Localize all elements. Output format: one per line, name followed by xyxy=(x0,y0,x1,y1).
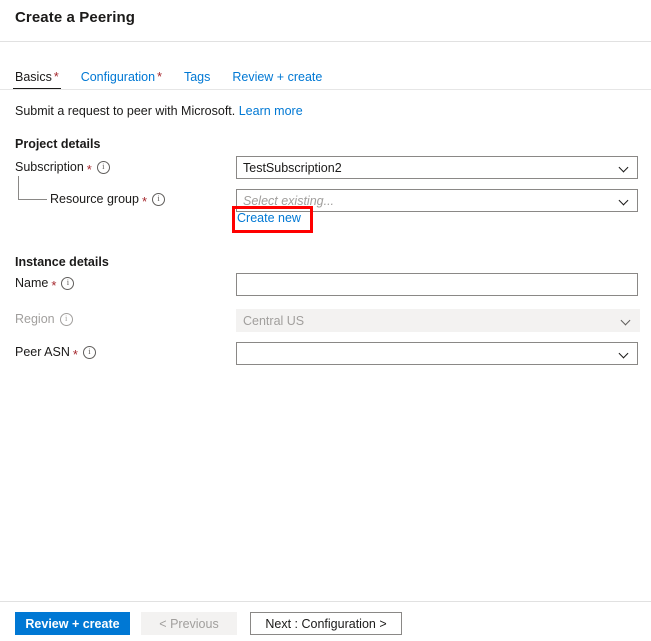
info-icon[interactable] xyxy=(152,192,166,206)
footer-divider xyxy=(0,601,651,602)
tab-basics-required-marker: * xyxy=(53,70,59,84)
region-dropdown: Central US xyxy=(236,309,640,332)
resource-group-dropdown[interactable]: Select existing... xyxy=(236,189,638,212)
subscription-value: TestSubscription2 xyxy=(243,160,342,175)
resource-group-required-marker: * xyxy=(141,193,148,209)
tab-configuration[interactable]: Configuration * xyxy=(81,70,162,90)
tab-basics[interactable]: Basics * xyxy=(13,70,61,90)
tab-tags[interactable]: Tags xyxy=(184,70,210,90)
name-required-marker: * xyxy=(51,277,57,293)
region-value: Central US xyxy=(243,313,305,328)
subscription-dropdown[interactable]: TestSubscription2 xyxy=(236,156,638,179)
tab-tags-label: Tags xyxy=(183,70,211,84)
info-icon[interactable] xyxy=(61,276,75,290)
tab-review-create-label: Review + create xyxy=(232,70,323,84)
tab-configuration-required-marker: * xyxy=(157,70,162,84)
subscription-required-marker: * xyxy=(86,161,92,177)
label-region: Region xyxy=(15,312,73,326)
section-heading-project-details: Project details xyxy=(15,137,101,151)
label-name: Name * xyxy=(15,276,75,293)
chevron-down-icon xyxy=(619,195,631,207)
subtitle: Submit a request to peer with Microsoft.… xyxy=(15,104,303,118)
label-name-text: Name xyxy=(15,276,49,290)
peer-asn-required-marker: * xyxy=(72,346,78,362)
page-title: Create a Peering xyxy=(15,9,135,26)
create-new-link[interactable]: Create new xyxy=(237,211,301,225)
resource-group-placeholder: Select existing... xyxy=(243,193,335,208)
label-resource-group-text: Resource group xyxy=(50,192,139,206)
label-subscription: Subscription * xyxy=(15,160,110,177)
tree-connector-line xyxy=(18,176,47,200)
tab-configuration-label: Configuration xyxy=(80,70,156,84)
peer-asn-dropdown[interactable] xyxy=(236,342,638,365)
label-peer-asn-text: Peer ASN xyxy=(15,345,70,359)
name-input[interactable] xyxy=(236,273,638,296)
subtitle-text: Submit a request to peer with Microsoft. xyxy=(15,104,236,118)
footer-button-bar: Review + create < Previous Next : Config… xyxy=(15,612,402,635)
label-region-text: Region xyxy=(15,312,55,326)
chevron-down-icon xyxy=(619,348,631,360)
label-peer-asn: Peer ASN * xyxy=(15,345,96,362)
next-configuration-button[interactable]: Next : Configuration > xyxy=(250,612,402,635)
label-subscription-text: Subscription xyxy=(15,160,84,174)
info-icon[interactable] xyxy=(59,312,73,326)
chevron-down-icon xyxy=(619,162,631,174)
label-resource-group: Resource group * xyxy=(50,192,166,209)
section-heading-instance-details: Instance details xyxy=(15,255,109,269)
previous-button: < Previous xyxy=(141,612,237,635)
chevron-down-icon xyxy=(621,315,633,327)
tab-bar: Basics * Configuration * Tags Review + cre… xyxy=(13,66,322,90)
tab-review-create[interactable]: Review + create xyxy=(232,70,322,90)
info-icon[interactable] xyxy=(82,345,96,359)
learn-more-link[interactable]: Learn more xyxy=(239,104,303,118)
review-create-button[interactable]: Review + create xyxy=(15,612,130,635)
header-divider xyxy=(0,41,651,42)
tab-bar-divider xyxy=(0,89,651,90)
info-icon[interactable] xyxy=(96,160,110,174)
tab-basics-label: Basics xyxy=(15,70,52,84)
